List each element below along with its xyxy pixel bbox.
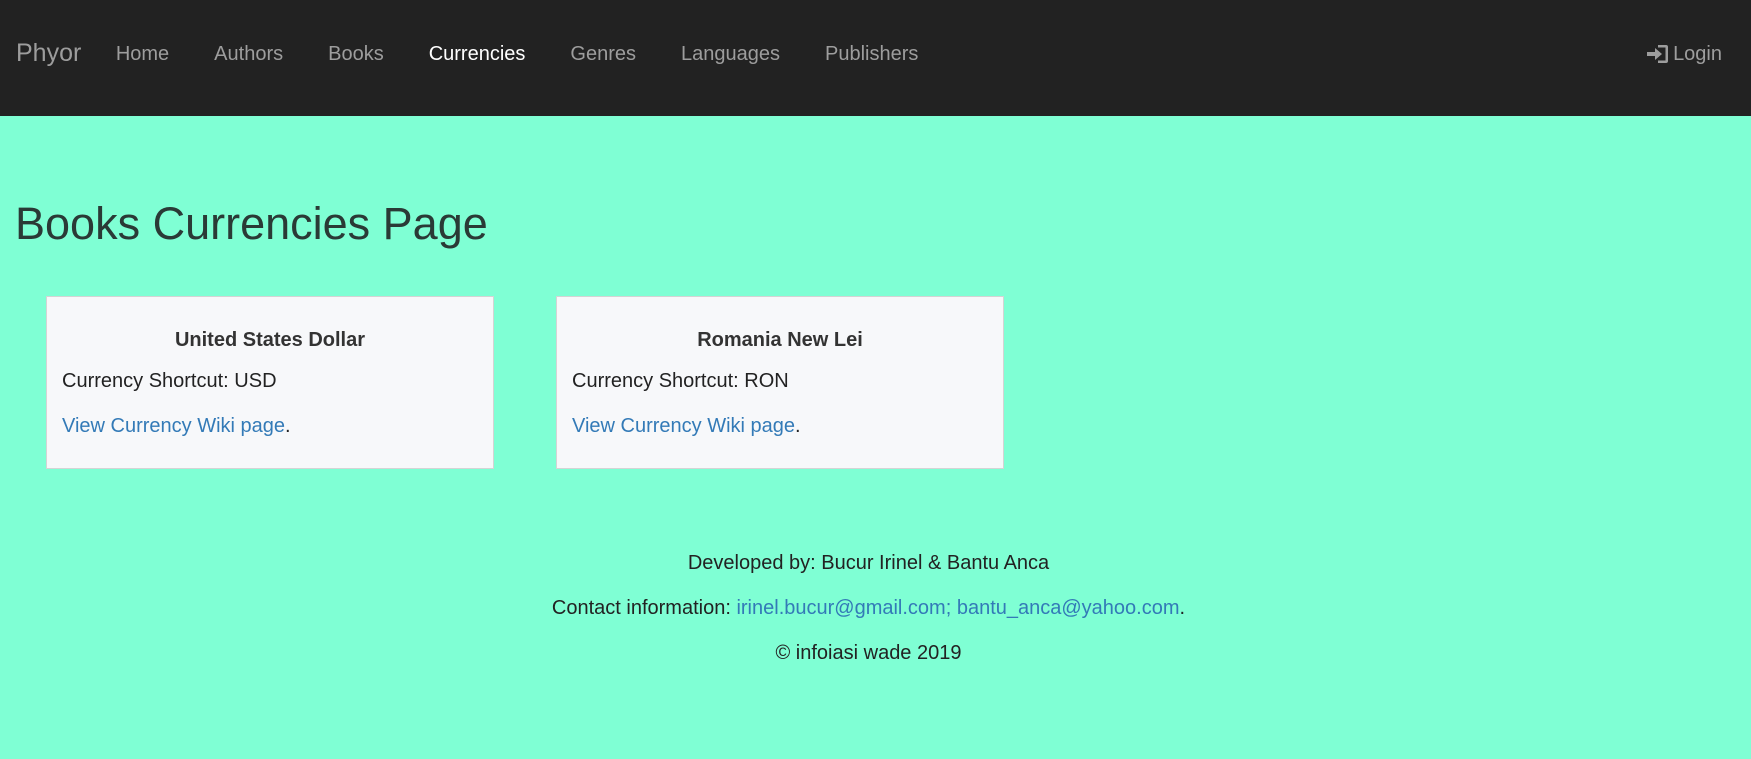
contact-prefix: Contact information: (551, 597, 737, 619)
wiki-link-suffix: . (795, 415, 801, 437)
wiki-link-line: View Currency Wiki page. (572, 413, 988, 439)
login-label: Login (1673, 43, 1722, 65)
contact-information: Contact information: irinel.bucur@gmail.… (0, 595, 1737, 621)
nav-item-genres[interactable]: Genres (548, 41, 659, 67)
wiki-link-line: View Currency Wiki page. (62, 413, 478, 439)
currency-card-usd: United States Dollar Currency Shortcut: … (46, 296, 494, 469)
copyright: © infoiasi wade 2019 (775, 642, 962, 664)
currency-wiki-link[interactable]: View Currency Wiki page (572, 415, 795, 437)
currency-name: United States Dollar (174, 329, 366, 351)
currency-card-ron: Romania New Lei Currency Shortcut: RON V… (556, 296, 1004, 469)
nav-item-books[interactable]: Books (306, 41, 407, 67)
currency-wiki-link[interactable]: View Currency Wiki page (62, 415, 285, 437)
nav-item-languages[interactable]: Languages (659, 41, 803, 67)
top-navbar: Phyor Home Authors Books Currencies Genr… (0, 0, 1751, 116)
page-title: Books Currencies Page (15, 198, 488, 249)
sign-in-icon (1647, 45, 1669, 63)
nav-item-publishers[interactable]: Publishers (802, 41, 940, 67)
currency-shortcut: Currency Shortcut: RON (572, 370, 789, 392)
nav-item-currencies[interactable]: Currencies (406, 41, 548, 67)
brand-logo[interactable]: Phyor (16, 40, 81, 66)
nav-links: Home Authors Books Currencies Genres Lan… (93, 41, 941, 67)
contact-suffix: . (1179, 597, 1186, 619)
wiki-link-suffix: . (285, 415, 291, 437)
currency-shortcut: Currency Shortcut: USD (62, 370, 277, 392)
nav-item-home[interactable]: Home (93, 41, 191, 67)
developed-by: Developed by: Bucur Irinel & Bantu Anca (687, 552, 1050, 574)
login-link[interactable]: Login (1645, 41, 1722, 67)
contact-email-links[interactable]: irinel.bucur@gmail.com; bantu_anca@yahoo… (736, 597, 1179, 619)
page-footer: Developed by: Bucur Irinel & Bantu Anca … (0, 550, 1737, 685)
nav-item-authors[interactable]: Authors (192, 41, 306, 67)
currency-name: Romania New Lei (697, 329, 863, 351)
